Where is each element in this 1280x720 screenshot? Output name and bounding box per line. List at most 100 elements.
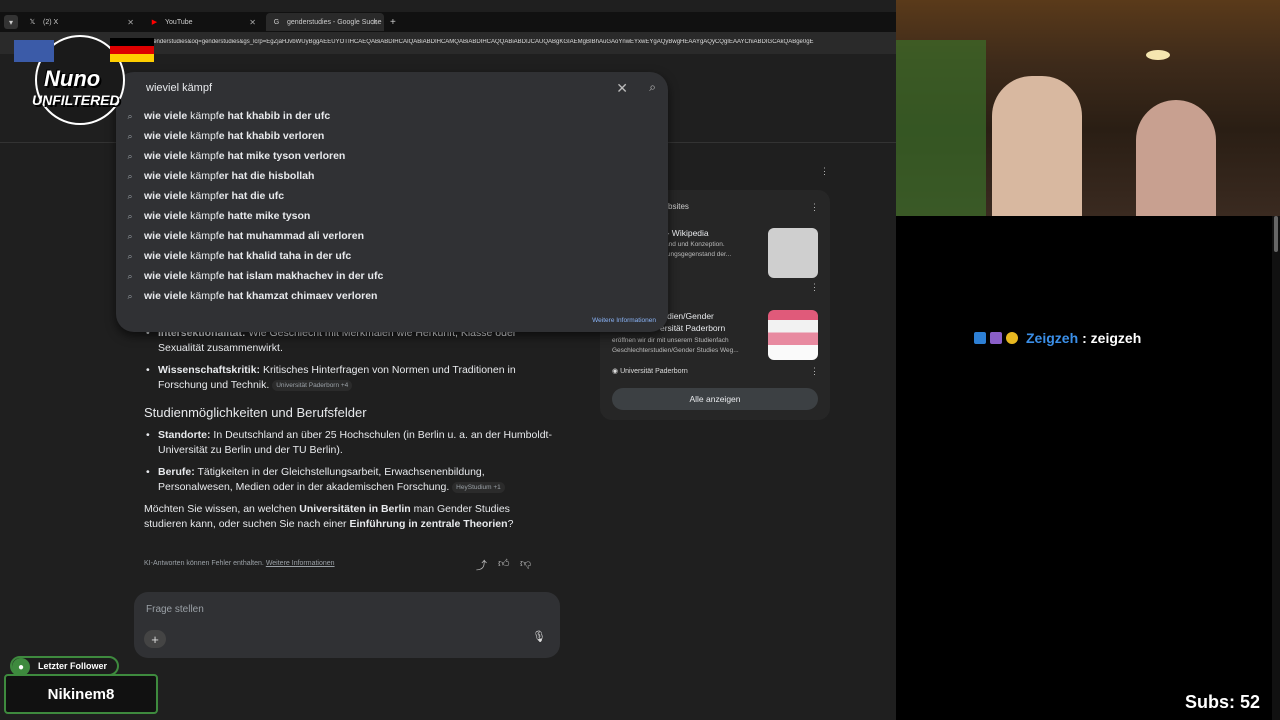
user-icon: ●	[12, 658, 30, 676]
microphone-icon[interactable]: 🎙︎	[532, 630, 546, 643]
sugg-prefix: wie viele	[144, 170, 188, 182]
webcam-person	[992, 76, 1082, 216]
source-chip[interactable]: HeyStudium +1	[452, 481, 505, 493]
thumbs-up-icon[interactable]: 👍︎	[498, 557, 510, 570]
section-heading: Studienmöglichkeiten und Berufsfelder	[144, 405, 367, 420]
more-options-icon[interactable]: ⋮	[810, 366, 819, 377]
x-icon: 𝕏	[29, 19, 36, 26]
tab-label: genderstudies - Google Suche	[287, 18, 382, 26]
more-options-icon[interactable]: ⋮	[820, 166, 829, 177]
chat-text: : zeigzeh	[1082, 330, 1142, 346]
sugg-typed: kämpf	[187, 290, 219, 302]
sugg-typed: kämpf	[187, 250, 219, 262]
share-icon[interactable]: ⤴	[476, 557, 487, 573]
search-autocomplete: wieviel kämpf ✕ ⌕ ⌕ wie viele kämpfe hat …	[116, 72, 668, 332]
sugg-typed: kämpf	[187, 110, 219, 122]
sugg-rest: e hat khabib in der ufc	[218, 110, 331, 122]
list-item: Standorte: In Deutschland an über 25 Hoc…	[144, 428, 554, 458]
tab-search-button[interactable]: ▾	[4, 15, 18, 29]
badge-icon	[990, 332, 1002, 344]
search-icon: ⌕	[127, 150, 133, 161]
suggestion-item[interactable]: ⌕ wie viele kämpfe hat khabib in der ufc	[116, 106, 668, 126]
suggestion-item[interactable]: ⌕ wie viele kämpfe hat khamzat chimaev ve…	[116, 286, 668, 306]
sugg-rest: er hat die ufc	[218, 190, 285, 202]
bullet-bold: Wissenschaftskritik:	[158, 364, 261, 376]
para-bold: Universitäten in Berlin	[299, 503, 411, 515]
source-desc: stand und Konzeption. chungsgegenstand d…	[660, 241, 732, 258]
ai-answer: Intersektionalität: Wie Geschlecht mit M…	[144, 326, 554, 532]
url-text[interactable]: /search?q=genderstudies&oq=genderstudies…	[120, 39, 896, 45]
source-thumbnail[interactable]	[768, 310, 818, 360]
ask-input[interactable]: Frage stellen	[146, 604, 204, 615]
source-chip[interactable]: Universität Paderborn +4	[272, 379, 353, 391]
new-tab-button[interactable]: +	[390, 17, 396, 28]
follow-up-paragraph: Möchten Sie wissen, an welchen Universit…	[144, 502, 554, 532]
bullet-bold: Berufe:	[158, 466, 195, 478]
para-bold: Einführung in zentrale Theorien	[349, 518, 508, 530]
disclaimer-text: KI-Antworten können Fehler enthalten.	[144, 560, 264, 567]
sugg-rest: e hatte mike tyson	[218, 210, 311, 222]
sugg-typed: kämpf	[187, 210, 219, 222]
follower-name: Nikinem8	[4, 674, 158, 714]
browser-window: ▾ 𝕏 (2) X ✕ ▶ YouTube ✕ G genderstudies …	[0, 0, 896, 720]
search-icon: ⌕	[127, 250, 133, 261]
tab-google-search[interactable]: G genderstudies - Google Suche ✕	[266, 13, 384, 31]
show-all-button[interactable]: Alle anzeigen	[612, 388, 818, 410]
suggestion-item[interactable]: ⌕ wie viele kämpfe hat khalid taha in der…	[116, 246, 668, 266]
close-icon[interactable]: ✕	[127, 18, 134, 27]
more-options-icon[interactable]: ⋮	[810, 202, 819, 213]
webcam-person	[1136, 100, 1216, 216]
stream-logo: Nuno UNFILTERED	[14, 30, 154, 126]
list-item: Wissenschaftskritik: Kritisches Hinterfr…	[144, 363, 554, 393]
chat-message: Zeigzeh : zeigzeh	[974, 330, 1141, 346]
tab-label: (2) X	[43, 18, 59, 26]
google-icon: G	[273, 18, 280, 26]
webcam-feed	[896, 0, 1280, 216]
source-title[interactable]: tudien/Gender ersität Paderborn	[660, 310, 725, 334]
suggestion-item[interactable]: ⌕ wie viele kämpfer hat die hisbollah	[116, 166, 668, 186]
sugg-prefix: wie viele	[144, 210, 188, 222]
clear-icon[interactable]: ✕	[616, 80, 628, 97]
sugg-prefix: wie viele	[144, 270, 188, 282]
source-thumbnail[interactable]	[768, 228, 818, 278]
ask-followup-box[interactable]: Frage stellen + 🎙︎	[134, 592, 560, 658]
subs-counter: Subs: 52	[1184, 692, 1260, 712]
sugg-typed: kämpf	[187, 150, 219, 162]
sugg-typed: kämpf	[187, 270, 219, 282]
sugg-prefix: wie viele	[144, 290, 188, 302]
sugg-typed: kämpf	[187, 170, 219, 182]
close-icon[interactable]: ✕	[371, 18, 378, 27]
tab-youtube[interactable]: ▶ YouTube ✕	[144, 13, 262, 31]
tab-x[interactable]: 𝕏 (2) X ✕	[22, 13, 140, 31]
webcam-lamp	[1146, 50, 1170, 60]
logo-title: Nuno	[44, 66, 101, 91]
more-info-link[interactable]: Weitere Informationen	[592, 317, 656, 324]
search-input[interactable]: wieviel kämpf	[146, 82, 212, 94]
scrollbar-thumb[interactable]	[1274, 216, 1278, 252]
suggestion-item[interactable]: ⌕ wie viele kämpfe hatte mike tyson	[116, 206, 668, 226]
source-name-text: Universität Paderborn	[620, 368, 688, 375]
chat-scrollbar[interactable]	[1272, 216, 1280, 720]
chat-username[interactable]: Zeigzeh	[1026, 330, 1078, 346]
sugg-prefix: wie viele	[144, 150, 188, 162]
search-results-page: ⋮ bsites ⋮ s - Wikipedia stand und Konze…	[0, 54, 896, 720]
suggestion-list: ⌕ wie viele kämpfe hat khabib in der ufc …	[116, 106, 668, 306]
suggestion-item[interactable]: ⌕ wie viele kämpfe hat khabib verloren	[116, 126, 668, 146]
search-icon: ⌕	[127, 290, 133, 301]
search-icon[interactable]: ⌕	[649, 80, 656, 95]
more-options-icon[interactable]: ⋮	[810, 282, 819, 293]
suggestion-item[interactable]: ⌕ wie viele kämpfe hat mike tyson verlore…	[116, 146, 668, 166]
suggestion-item[interactable]: ⌕ wie viele kämpfe hat islam makhachev in…	[116, 266, 668, 286]
close-icon[interactable]: ✕	[249, 18, 256, 27]
more-info-link[interactable]: Weitere Informationen	[266, 560, 335, 567]
thumbs-down-icon[interactable]: 👎︎	[520, 557, 531, 570]
sugg-prefix: wie viele	[144, 130, 188, 142]
sugg-rest: e hat khalid taha in der ufc	[218, 250, 352, 262]
search-icon: ⌕	[127, 190, 133, 201]
bullet-text: In Deutschland an über 25 Hochschulen (i…	[158, 429, 552, 456]
bullet-bold: Standorte:	[158, 429, 211, 441]
suggestion-item[interactable]: ⌕ wie viele kämpfer hat die ufc	[116, 186, 668, 206]
suggestion-item[interactable]: ⌕ wie viele kämpfe hat muhammad ali verlo…	[116, 226, 668, 246]
sugg-prefix: wie viele	[144, 190, 188, 202]
plus-icon[interactable]: +	[144, 630, 166, 648]
